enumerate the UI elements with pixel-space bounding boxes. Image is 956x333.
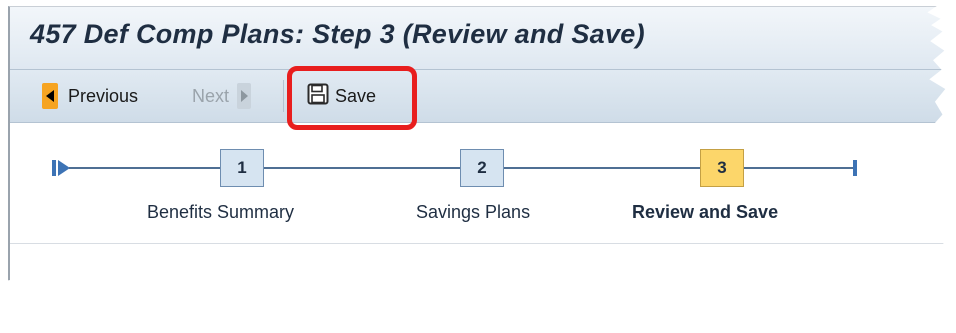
roadmap-step-3[interactable]: 3 bbox=[700, 149, 744, 187]
roadmap-step-3-label[interactable]: Review and Save bbox=[632, 202, 778, 223]
roadmap-step-1[interactable]: 1 bbox=[220, 149, 264, 187]
arrow-left-icon bbox=[42, 83, 58, 109]
roadmap-step-2-label[interactable]: Savings Plans bbox=[416, 202, 530, 223]
next-button[interactable]: Next bbox=[192, 82, 252, 110]
save-button[interactable]: Save bbox=[307, 82, 376, 110]
previous-button[interactable]: Previous bbox=[42, 82, 138, 110]
roadmap-start-icon bbox=[52, 157, 78, 184]
arrow-right-icon bbox=[237, 83, 252, 109]
application-window: 457 Def Comp Plans: Step 3 (Review and S… bbox=[8, 6, 947, 294]
page-title: 457 Def Comp Plans: Step 3 (Review and S… bbox=[30, 19, 645, 49]
save-button-label: Save bbox=[335, 85, 377, 106]
toolbar-separator bbox=[283, 80, 284, 112]
roadmap-connector bbox=[744, 167, 854, 169]
roadmap-connector bbox=[504, 167, 700, 169]
roadmap-step-1-label[interactable]: Benefits Summary bbox=[147, 202, 294, 223]
roadmap-step-2[interactable]: 2 bbox=[460, 149, 504, 187]
roadmap-connector bbox=[264, 167, 460, 169]
roadmap-connector bbox=[78, 167, 220, 169]
next-button-label: Next bbox=[192, 85, 230, 106]
roadmap-end-icon bbox=[842, 157, 858, 184]
content-divider bbox=[10, 243, 947, 244]
floppy-disk-icon bbox=[307, 83, 329, 110]
roadmap: 1 2 3 Benefits Summary Savings Plans Rev… bbox=[10, 122, 946, 222]
toolbar: Previous Next Save bbox=[10, 69, 947, 123]
previous-button-label: Previous bbox=[68, 85, 139, 106]
title-bar: 457 Def Comp Plans: Step 3 (Review and S… bbox=[10, 7, 947, 69]
